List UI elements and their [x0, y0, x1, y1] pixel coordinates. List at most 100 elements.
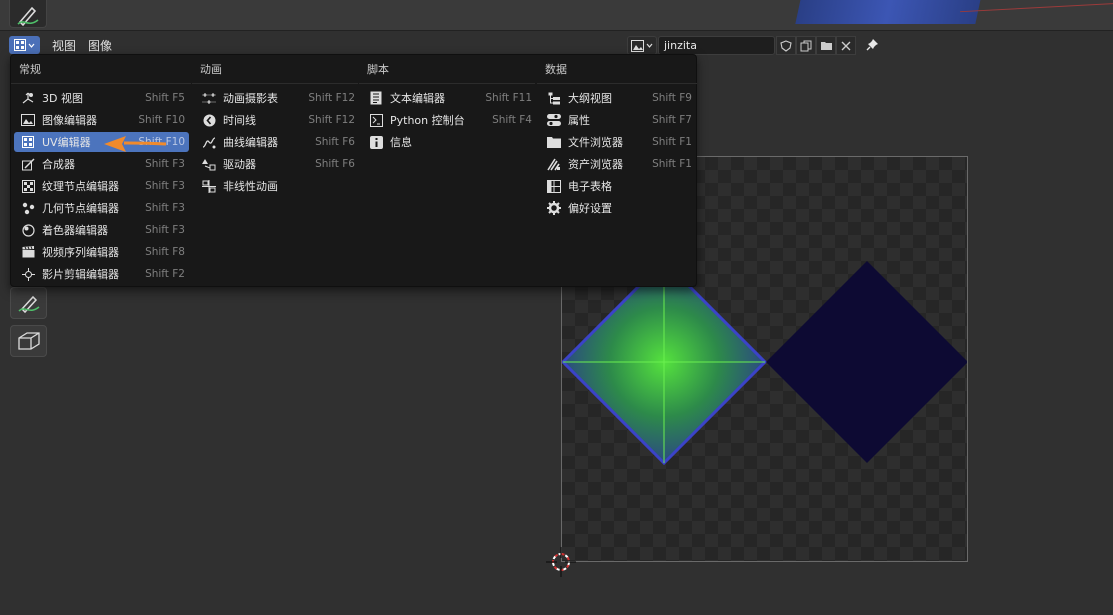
menu-item-compositor[interactable]: 合成器 Shift F3 — [14, 154, 189, 174]
menu-view[interactable]: 视图 — [52, 37, 76, 54]
menu-item-text-editor[interactable]: 文本编辑器 Shift F11 — [362, 88, 536, 108]
spreadsheet-icon — [546, 178, 562, 194]
sample-tool-button[interactable] — [10, 325, 47, 357]
info-icon — [368, 134, 384, 150]
duplicate-image-button[interactable] — [796, 36, 816, 55]
menu-item-label: 纹理节点编辑器 — [42, 180, 119, 193]
sequencer-icon — [20, 244, 36, 260]
column-divider — [359, 83, 535, 84]
menu-item-outliner[interactable]: 大纲视图 Shift F9 — [540, 88, 696, 108]
menu-item-preferences[interactable]: 偏好设置 — [540, 198, 696, 218]
menu-item-label: 资产浏览器 — [568, 158, 623, 171]
close-icon — [841, 41, 851, 50]
menu-item-shader-editor[interactable]: 着色器编辑器 Shift F3 — [14, 220, 189, 240]
menu-item-label: 非线性动画 — [223, 180, 278, 193]
menu-item-python-console[interactable]: Python 控制台 Shift F4 — [362, 110, 536, 130]
menu-item-asset-browser[interactable]: 资产浏览器 Shift F1 — [540, 154, 696, 174]
image-icon — [631, 39, 644, 52]
menu-item-shortcut: Shift F11 — [485, 92, 532, 104]
menu-item-label: Python 控制台 — [390, 114, 465, 127]
menu-item-shortcut: Shift F1 — [652, 136, 692, 148]
preferences-icon — [546, 200, 562, 216]
menu-item-label: 信息 — [390, 136, 412, 149]
geometry-node-icon — [20, 200, 36, 216]
annotation-arrow — [102, 134, 168, 157]
unlink-image-button[interactable] — [836, 36, 856, 55]
menu-item-shortcut: Shift F10 — [138, 114, 185, 126]
menu-item-shortcut: Shift F2 — [145, 268, 185, 280]
clip-editor-icon — [20, 266, 36, 282]
file-browser-icon — [546, 134, 562, 150]
viewport-cube-face — [795, 0, 985, 24]
open-image-button[interactable] — [816, 36, 836, 55]
pin-icon — [866, 39, 878, 51]
pin-button[interactable] — [864, 36, 880, 53]
column-title: 常规 — [19, 63, 41, 76]
annotate-tool-button[interactable] — [9, 0, 47, 28]
menu-item-geometry-node-editor[interactable]: 几何节点编辑器 Shift F3 — [14, 198, 189, 218]
fake-user-button[interactable] — [776, 36, 796, 55]
2d-cursor[interactable] — [546, 547, 576, 580]
annotate-tool-side-button[interactable] — [10, 287, 47, 319]
menu-item-label: 动画摄影表 — [223, 92, 278, 105]
menu-item-shortcut: Shift F12 — [308, 92, 355, 104]
compositor-icon — [20, 156, 36, 172]
menu-item-shortcut: Shift F5 — [145, 92, 185, 104]
menu-item-shortcut: Shift F6 — [315, 158, 355, 170]
menu-item-label: 视频序列编辑器 — [42, 246, 119, 259]
menu-item-shortcut: Shift F1 — [652, 158, 692, 170]
menu-item-dope-sheet[interactable]: 动画摄影表 Shift F12 — [195, 88, 359, 108]
image-editor-header: 视图 图像 jinzita — [0, 30, 1113, 56]
menu-item-drivers[interactable]: 驱动器 Shift F6 — [195, 154, 359, 174]
menu-item-3d-view[interactable]: 3D 视图 Shift F5 — [14, 88, 189, 108]
menu-item-shortcut: Shift F3 — [145, 158, 185, 170]
menu-item-shortcut: Shift F9 — [652, 92, 692, 104]
editor-type-button[interactable] — [9, 36, 40, 54]
menu-item-movie-clip-editor[interactable]: 影片剪辑编辑器 Shift F2 — [14, 264, 189, 284]
shield-icon — [780, 39, 792, 52]
menu-item-graph-editor[interactable]: 曲线编辑器 Shift F6 — [195, 132, 359, 152]
menu-item-label: 时间线 — [223, 114, 256, 127]
menu-item-shortcut: Shift F12 — [308, 114, 355, 126]
uv-editor-icon — [20, 134, 36, 150]
menu-image[interactable]: 图像 — [88, 37, 112, 54]
menu-item-label: 属性 — [568, 114, 590, 127]
menu-item-texture-node-editor[interactable]: 纹理节点编辑器 Shift F3 — [14, 176, 189, 196]
dark-diamond — [766, 261, 967, 463]
uv-editor-icon — [14, 39, 26, 51]
menu-item-label: 合成器 — [42, 158, 75, 171]
menu-item-shortcut: Shift F3 — [145, 180, 185, 192]
column-title: 脚本 — [367, 63, 389, 76]
box-tool-icon — [17, 332, 40, 350]
arrow-left-icon — [104, 136, 167, 152]
column-divider — [537, 83, 697, 84]
outliner-icon — [546, 90, 562, 106]
image-name-field[interactable]: jinzita — [658, 36, 775, 55]
duplicate-icon — [800, 40, 812, 51]
menu-item-file-browser[interactable]: 文件浏览器 Shift F1 — [540, 132, 696, 152]
menu-item-label: 偏好设置 — [568, 202, 612, 215]
menu-item-properties[interactable]: 属性 Shift F7 — [540, 110, 696, 130]
menu-item-spreadsheet[interactable]: 电子表格 — [540, 176, 696, 196]
column-divider — [192, 83, 358, 84]
asset-browser-icon — [546, 156, 562, 172]
x-axis-line — [960, 2, 1113, 13]
menu-item-nla[interactable]: 非线性动画 — [195, 176, 359, 196]
menu-item-timeline[interactable]: 时间线 Shift F12 — [195, 110, 359, 130]
timeline-icon — [201, 112, 217, 128]
menu-item-image-editor[interactable]: 图像编辑器 Shift F10 — [14, 110, 189, 130]
menu-item-label: 着色器编辑器 — [42, 224, 108, 237]
menu-item-shortcut: Shift F4 — [492, 114, 532, 126]
nla-icon — [201, 178, 217, 194]
menu-item-video-sequencer[interactable]: 视频序列编辑器 Shift F8 — [14, 242, 189, 262]
menu-item-label: 几何节点编辑器 — [42, 202, 119, 215]
column-title: 动画 — [200, 63, 222, 76]
menu-item-info[interactable]: 信息 — [362, 132, 536, 152]
python-console-icon — [368, 112, 384, 128]
menu-item-shortcut: Shift F3 — [145, 224, 185, 236]
image-browse-button[interactable] — [627, 36, 657, 55]
menu-item-label: UV编辑器 — [42, 136, 91, 149]
menu-item-shortcut: Shift F8 — [145, 246, 185, 258]
shader-editor-icon — [20, 222, 36, 238]
drivers-icon — [201, 156, 217, 172]
